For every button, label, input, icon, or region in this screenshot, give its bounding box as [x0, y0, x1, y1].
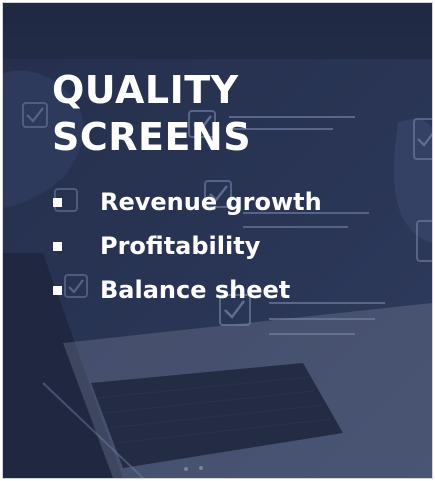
bullet-square-icon [53, 241, 62, 251]
title-line-1: QUALITY [52, 68, 239, 112]
page-title: QUALITY SCREENS [52, 67, 251, 161]
bullet-text-revenue-growth: Revenue growth [100, 188, 322, 216]
quality-screens-card: QUALITY SCREENS Revenue growth Profitabi… [2, 2, 433, 479]
title-line-2: SCREENS [52, 115, 252, 159]
bullet-text-balance-sheet: Balance sheet [100, 276, 291, 304]
bullet-text-profitability: Profitability [100, 232, 261, 260]
list-item: Balance sheet [53, 268, 322, 312]
list-item: Profitability [53, 224, 322, 268]
bullet-list: Revenue growth Profitability Balance she… [53, 180, 322, 312]
bullet-square-icon [53, 285, 62, 295]
bullet-square-icon [53, 197, 62, 207]
list-item: Revenue growth [53, 180, 322, 224]
